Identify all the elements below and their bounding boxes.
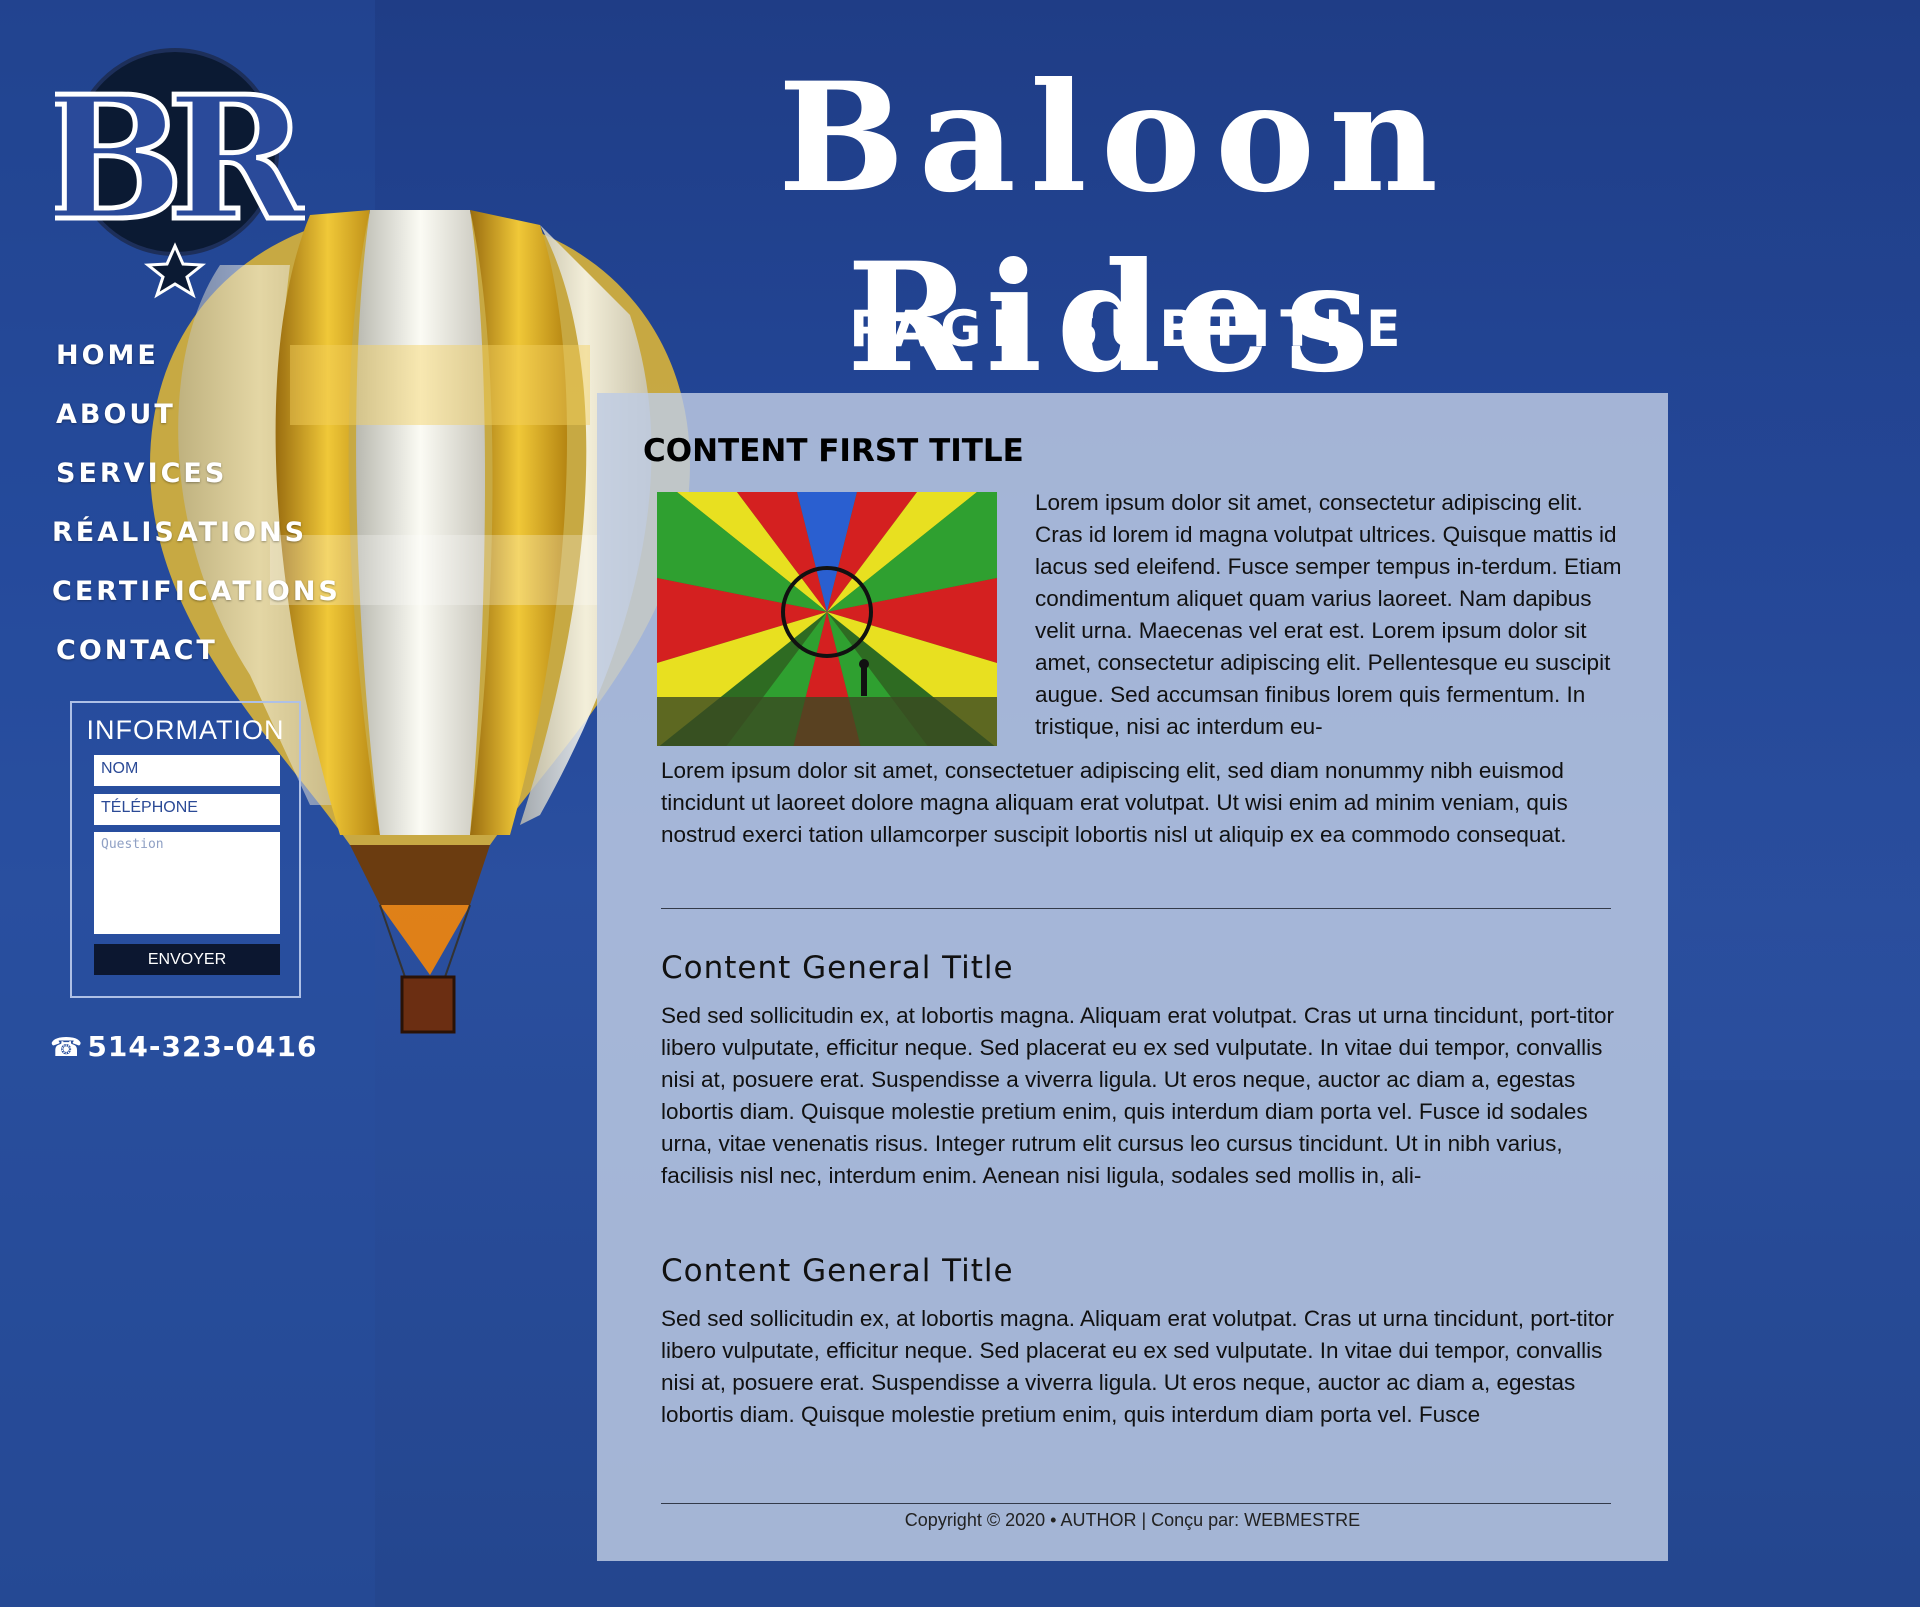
- information-form-title: INFORMATION: [86, 715, 285, 745]
- first-paragraph: Lorem ipsum dolor sit amet, consectetur …: [1035, 490, 1622, 739]
- phone-input[interactable]: TÉLÉPHONE: [94, 794, 280, 825]
- br-logo[interactable]: BR: [55, 40, 305, 300]
- section-text: Sed sed sollicitudin ex, at lobortis mag…: [661, 1306, 1614, 1427]
- nav-item-contact[interactable]: CONTACT: [56, 633, 346, 668]
- footer-copyright: Copyright © 2020 • AUTHOR | Conçu par: W…: [904, 1510, 1361, 1530]
- sky-gradient-right: [1680, 0, 1920, 1080]
- nav-item-realisations[interactable]: RÉALISATIONS: [52, 515, 346, 550]
- send-button[interactable]: ENVOYER: [94, 944, 280, 975]
- content-first-title: CONTENT FIRST TITLE: [643, 433, 1024, 469]
- section-title: Content General Title: [661, 950, 1014, 986]
- section-text: Sed sed sollicitudin ex, at lobortis mag…: [661, 1003, 1614, 1188]
- svg-text:BR: BR: [55, 59, 305, 259]
- question-textarea[interactable]: Question: [94, 832, 280, 934]
- footer-divider: [661, 1503, 1611, 1504]
- nav-item-services[interactable]: SERVICES: [56, 456, 346, 491]
- section-title: Content General Title: [661, 1253, 1014, 1289]
- telephone-icon: ☎: [50, 1033, 84, 1063]
- nav-item-home[interactable]: HOME: [56, 338, 346, 373]
- nav-item-about[interactable]: ABOUT: [56, 397, 346, 432]
- balloon-interior-photo: [657, 492, 997, 746]
- second-paragraph: Lorem ipsum dolor sit amet, consectetuer…: [661, 758, 1568, 847]
- phone-number-text: 514-323-0416: [87, 1030, 318, 1063]
- content-panel: CONTENT FIRST TITLE Lorem ipsum dolor si…: [597, 393, 1668, 1561]
- information-form: INFORMATION NOM TÉLÉPHONE Question ENVOY…: [70, 701, 301, 998]
- phone-number[interactable]: ☎ 514-323-0416: [50, 1030, 317, 1063]
- nav-item-certifications[interactable]: CERTIFICATIONS: [52, 574, 346, 609]
- main-navigation: HOME ABOUT SERVICES RÉALISATIONS CERTIFI…: [52, 338, 346, 692]
- divider: [661, 908, 1611, 909]
- page-subtitle: PAGE SUBTITLE: [849, 300, 1411, 358]
- name-input[interactable]: NOM: [94, 755, 280, 786]
